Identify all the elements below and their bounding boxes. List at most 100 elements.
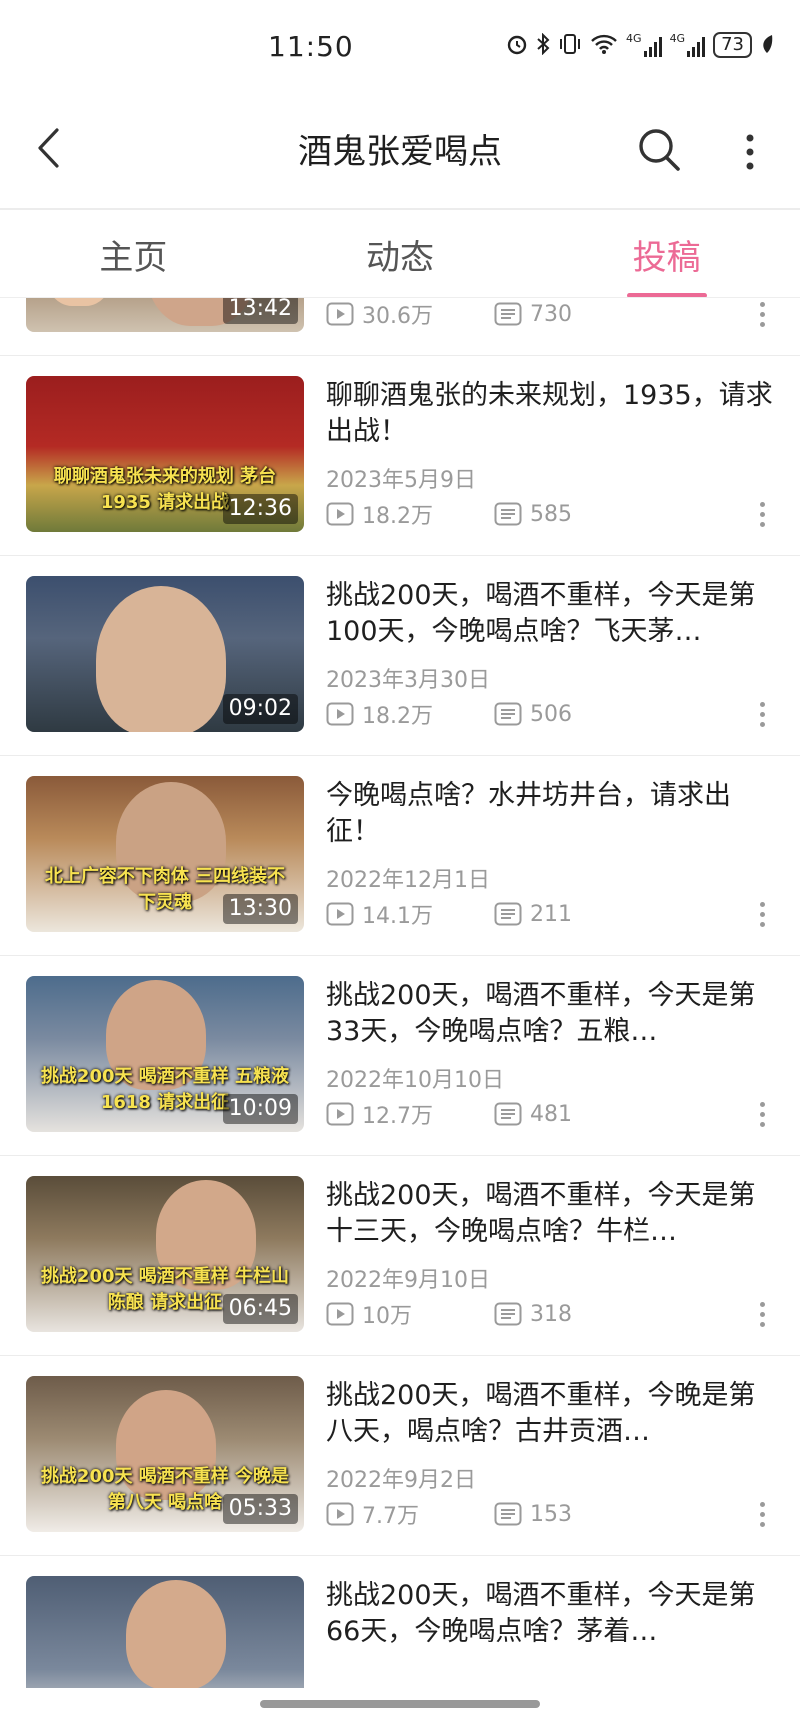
play-count-icon (326, 702, 354, 726)
video-title[interactable]: 挑战200天，喝酒不重样，今天是第100天，今晚喝点啥？飞天茅… (326, 578, 776, 650)
video-title[interactable]: 挑战200天，喝酒不重样，今天是第十三天，今晚喝点啥？牛栏… (326, 1178, 776, 1250)
more-options-icon[interactable] (752, 692, 772, 736)
video-thumbnail[interactable]: 09:02 (26, 576, 304, 732)
signal-4g-icon: 4G (626, 33, 662, 57)
play-count-value: 18.2万 (362, 504, 433, 529)
comment-count-icon (494, 1502, 522, 1526)
video-item[interactable]: 挑战200天 喝酒不重样 今晚是第八天 喝点啥 05:33 挑战200天，喝酒不重样… (0, 1356, 800, 1556)
battery-icon: 73 (713, 32, 752, 58)
video-duration: 10:09 (222, 1094, 298, 1124)
dot (759, 1511, 765, 1517)
video-stats: 30.6万 730 (326, 298, 572, 330)
video-title[interactable]: 挑战200天，喝酒不重样，今晚是第八天，喝点啥？古井贡酒… (326, 1378, 776, 1450)
tab-dynamics[interactable]: 动态 (267, 210, 534, 298)
dot (759, 711, 765, 717)
leaf-icon (760, 33, 774, 57)
more-options-icon[interactable] (752, 298, 772, 336)
dot (759, 311, 765, 317)
video-date: 2022年9月2日 (326, 1468, 476, 1493)
more-options-icon[interactable] (752, 1292, 772, 1336)
comment-count: 153 (494, 1502, 572, 1527)
dot (759, 1121, 765, 1127)
dot (759, 921, 765, 927)
header: 酒鬼张爱喝点 (0, 100, 800, 210)
video-thumbnail[interactable]: 聊聊酒鬼张未来的规划 茅台1935 请求出战 12:36 (26, 376, 304, 532)
video-thumbnail[interactable]: 挑战200天 喝酒不重样 牛栏山陈酿 请求出征 06:45 (26, 1176, 304, 1332)
search-icon (639, 129, 680, 171)
video-thumbnail[interactable] (26, 1576, 304, 1688)
bluetooth-icon (536, 32, 550, 57)
video-item[interactable]: 挑战200天，喝酒不重样，今天是第66天，今晚喝点啥？茅着… (0, 1556, 800, 1688)
alarm-icon (506, 33, 528, 57)
comment-count-value: 481 (530, 1101, 572, 1127)
video-thumbnail[interactable]: 挑战200天 喝酒不重样 今晚是第八天 喝点啥 05:33 (26, 1376, 304, 1532)
thumbnail-person (96, 586, 226, 732)
dot (759, 1311, 765, 1317)
video-title[interactable]: 今晚喝点啥？水井坊井台，请求出征！ (326, 778, 776, 850)
dot (759, 1501, 765, 1507)
video-thumbnail[interactable]: 北上广容不下肉体 三四线装不下灵魂 13:30 (26, 776, 304, 932)
dot (759, 1521, 765, 1527)
dot (759, 521, 765, 527)
more-button[interactable] (730, 122, 770, 178)
comment-count: 585 (494, 502, 572, 527)
play-count-value: 7.7万 (362, 1504, 419, 1529)
dot (759, 1111, 765, 1117)
video-item[interactable]: 09:02 挑战200天，喝酒不重样，今天是第100天，今晚喝点啥？飞天茅… 202… (0, 556, 800, 756)
video-date: 2022年10月10日 (326, 1068, 504, 1093)
play-count: 7.7万 (326, 1498, 494, 1530)
play-count-icon (326, 1302, 354, 1326)
dot (759, 501, 765, 507)
video-stats: 14.1万 211 (326, 898, 572, 930)
more-options-icon[interactable] (752, 892, 772, 936)
more-options-icon[interactable] (752, 1092, 772, 1136)
video-duration: 12:36 (222, 494, 298, 524)
status-bar: 11:50 4G 4G 73 (0, 0, 800, 100)
comment-count-icon (494, 502, 522, 526)
video-date: 2022年9月10日 (326, 1268, 490, 1293)
status-icons: 4G 4G 73 (506, 32, 774, 58)
video-stats: 18.2万 506 (326, 698, 572, 730)
video-stats: 7.7万 153 (326, 1498, 572, 1530)
more-options-icon[interactable] (752, 492, 772, 536)
play-count-icon (326, 302, 354, 326)
comment-count: 481 (494, 1102, 572, 1127)
video-date: 2023年5月9日 (326, 468, 476, 493)
home-indicator[interactable] (260, 1700, 540, 1708)
video-thumbnail[interactable]: 13:42 (26, 298, 304, 332)
search-button[interactable] (634, 118, 686, 178)
tab-bar: 主页 动态 投稿 (0, 210, 800, 298)
comment-count-value: 585 (530, 501, 572, 527)
video-item[interactable]: 挑战200天 喝酒不重样 牛栏山陈酿 请求出征 06:45 挑战200天，喝酒不重样… (0, 1156, 800, 1356)
video-thumbnail[interactable]: 挑战200天 喝酒不重样 五粮液1618 请求出征 10:09 (26, 976, 304, 1132)
comment-count-icon (494, 902, 522, 926)
dot (759, 1101, 765, 1107)
play-count: 30.6万 (326, 298, 494, 330)
comment-count-value: 211 (530, 901, 572, 927)
dot (759, 911, 765, 917)
comment-count-value: 506 (530, 701, 572, 727)
status-time: 11:50 (268, 30, 354, 63)
video-list-viewport[interactable]: 13:4250万粉丝，喝点啥？2022年11月8日30.6万730聊聊酒鬼张未来… (0, 298, 800, 1688)
comment-count-icon (494, 302, 522, 326)
video-item[interactable]: 13:4250万粉丝，喝点啥？2022年11月8日30.6万730 (0, 298, 800, 356)
play-count-value: 12.7万 (362, 1104, 433, 1129)
dot (759, 511, 765, 517)
play-count: 10万 (326, 1298, 494, 1330)
tab-home[interactable]: 主页 (0, 210, 267, 298)
video-item[interactable]: 聊聊酒鬼张未来的规划 茅台1935 请求出战 12:36 聊聊酒鬼张的未来规划，19… (0, 356, 800, 556)
video-title[interactable]: 挑战200天，喝酒不重样，今天是第66天，今晚喝点啥？茅着… (326, 1578, 776, 1650)
dot (759, 721, 765, 727)
video-item[interactable]: 北上广容不下肉体 三四线装不下灵魂 13:30 今晚喝点啥？水井坊井台，请求出征！ 2… (0, 756, 800, 956)
dot (759, 321, 765, 327)
video-title[interactable]: 挑战200天，喝酒不重样，今天是第33天，今晚喝点啥？五粮… (326, 978, 776, 1050)
video-title[interactable]: 聊聊酒鬼张的未来规划，1935，请求出战！ (326, 378, 776, 450)
comment-count-value: 318 (530, 1301, 572, 1327)
comment-count-icon (494, 1102, 522, 1126)
wifi-icon (590, 33, 618, 57)
video-item[interactable]: 挑战200天 喝酒不重样 五粮液1618 请求出征 10:09 挑战200天，喝酒不… (0, 956, 800, 1156)
tab-submissions[interactable]: 投稿 (533, 210, 800, 298)
more-options-icon[interactable] (752, 1492, 772, 1536)
video-duration: 13:30 (222, 894, 298, 924)
dot (759, 1321, 765, 1327)
